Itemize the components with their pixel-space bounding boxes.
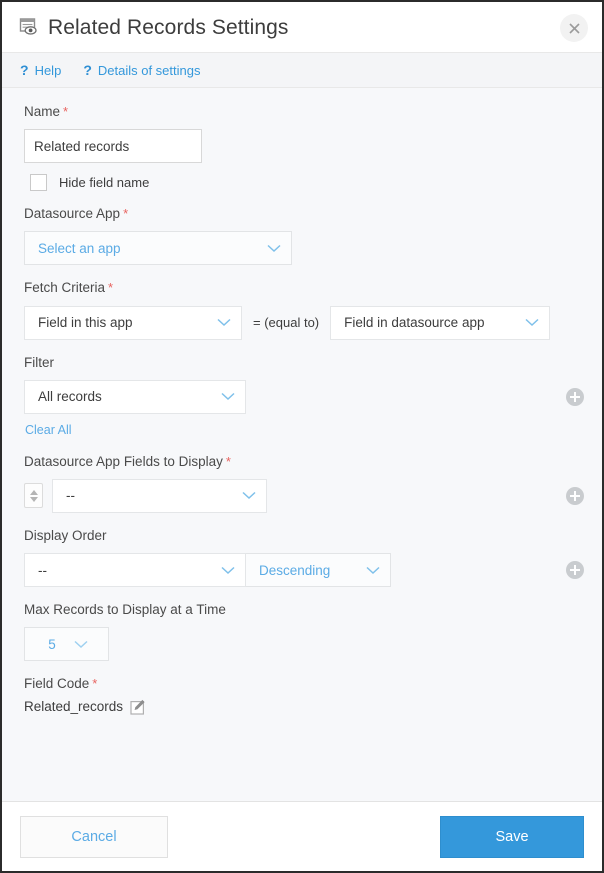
fields-to-display-row: --: [20, 478, 584, 513]
required-marker: *: [92, 676, 98, 692]
chevron-down-icon: [267, 244, 281, 252]
question-mark-icon: ?: [20, 62, 29, 78]
related-records-icon: [19, 18, 37, 35]
fetch-criteria-label: Fetch Criteria *: [24, 280, 114, 296]
filter-row: All records: [20, 379, 584, 414]
hide-field-name-label: Hide field name: [59, 175, 150, 191]
close-x-glyph: [568, 22, 580, 34]
close-icon[interactable]: [560, 14, 588, 42]
display-order-field-select[interactable]: --: [24, 553, 246, 588]
triangle-down-icon: [29, 496, 38, 502]
save-button[interactable]: Save: [440, 815, 584, 858]
related-records-settings-dialog: Related Records Settings ? Help ? Detail…: [2, 2, 602, 871]
details-of-settings-label: Details of settings: [97, 62, 201, 78]
display-order-label: Display Order: [24, 527, 107, 543]
fetch-criteria-right-value: Field in datasource app: [344, 315, 485, 331]
display-order-direction-select[interactable]: Descending: [246, 553, 391, 588]
filter-add-button[interactable]: [566, 387, 584, 406]
dialog-titlebar: Related Records Settings: [2, 2, 602, 53]
name-label: Name *: [24, 104, 69, 119]
filter-value: All records: [38, 389, 102, 405]
max-records-label: Max Records to Display at a Time: [24, 602, 226, 618]
fields-to-display-label: Datasource App Fields to Display *: [24, 453, 231, 469]
fetch-criteria-right-select[interactable]: Field in datasource app: [330, 305, 551, 340]
display-order-field-value: --: [38, 562, 47, 578]
cancel-button[interactable]: Cancel: [20, 815, 168, 858]
chevron-down-icon: [221, 566, 235, 574]
chevron-down-icon: [242, 492, 256, 500]
required-marker: *: [123, 206, 129, 222]
datasource-app-select[interactable]: Select an app: [24, 231, 292, 266]
required-marker: *: [108, 280, 114, 296]
chevron-down-icon: [366, 566, 380, 574]
datasource-app-value: Select an app: [38, 240, 121, 256]
filter-label: Filter: [24, 354, 54, 370]
datasource-app-group: Datasource App * Select an app: [20, 206, 584, 266]
help-link-label: Help: [34, 62, 62, 78]
chevron-down-icon: [525, 319, 539, 327]
hide-field-name-row[interactable]: Hide field name: [30, 174, 584, 192]
name-input[interactable]: [24, 129, 202, 164]
field-code-value: Related_records: [24, 699, 124, 714]
dialog-footer: Cancel Save: [2, 801, 602, 871]
details-of-settings-link[interactable]: ? Details of settings: [83, 63, 200, 78]
datasource-app-label: Datasource App *: [24, 206, 129, 222]
fetch-criteria-left-value: Field in this app: [38, 315, 133, 331]
filter-select[interactable]: All records: [24, 379, 246, 414]
display-order-direction-value: Descending: [259, 562, 331, 578]
required-marker: *: [63, 104, 69, 119]
display-order-group: Display Order -- Descending: [20, 527, 584, 588]
name-group: Name* Hide field name: [20, 104, 584, 192]
field-code-label: Field Code *: [24, 676, 98, 692]
chevron-down-icon: [217, 319, 231, 327]
fields-to-display-value: --: [66, 488, 75, 504]
reorder-handle-icon[interactable]: [24, 483, 43, 509]
clear-all-link[interactable]: Clear All: [25, 423, 72, 437]
fields-to-display-add-button[interactable]: [566, 486, 584, 505]
help-link[interactable]: ? Help: [20, 63, 61, 78]
question-mark-icon: ?: [83, 62, 92, 78]
chevron-down-icon: [74, 640, 88, 648]
display-order-row: -- Descending: [20, 553, 584, 588]
fetch-criteria-operator: = (equal to): [253, 315, 320, 331]
max-records-group: Max Records to Display at a Time 5: [20, 602, 584, 662]
edit-pencil-icon[interactable]: [130, 699, 146, 715]
hide-field-name-checkbox[interactable]: [30, 174, 47, 192]
field-code-row: Related_records: [24, 699, 584, 715]
filter-group: Filter All records Clear All: [20, 355, 584, 439]
fields-to-display-group: Datasource App Fields to Display * --: [20, 454, 584, 513]
fields-to-display-select[interactable]: --: [52, 478, 267, 513]
fetch-criteria-row: Field in this app = (equal to) Field in …: [24, 305, 584, 340]
help-bar: ? Help ? Details of settings: [2, 53, 602, 88]
max-records-value: 5: [48, 636, 56, 652]
chevron-down-icon: [221, 393, 235, 401]
settings-form: Name* Hide field name Datasource App* Se…: [2, 88, 602, 801]
max-records-select[interactable]: 5: [24, 627, 109, 662]
page-title: Related Records Settings: [48, 15, 289, 39]
fetch-criteria-group: Fetch Criteria * Field in this app = (equ…: [20, 280, 584, 340]
field-code-group: Field Code * Related_records: [20, 676, 584, 715]
triangle-up-icon: [29, 489, 38, 495]
fetch-criteria-left-select[interactable]: Field in this app: [24, 305, 242, 340]
required-marker: *: [225, 453, 231, 469]
display-order-add-button[interactable]: [566, 561, 584, 580]
